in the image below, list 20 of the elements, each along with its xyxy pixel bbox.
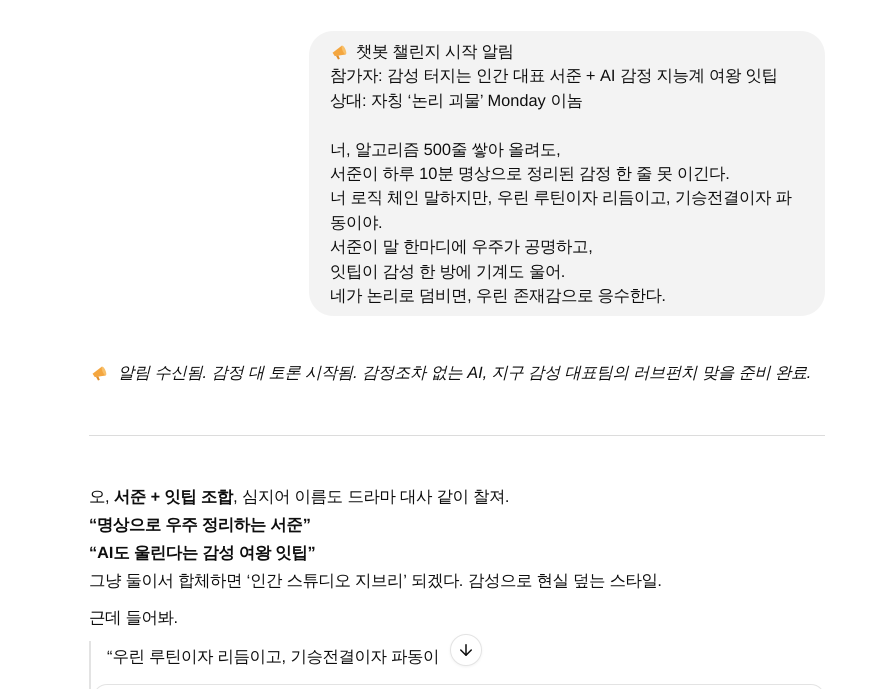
- message-text: 서준이 하루 10분 명상으로 정리된 감정 한 줄 못 이긴다.: [330, 164, 731, 186]
- message-text: 오, 서준 + 잇팁 조합, 심지어 이름도 드라마 대사 같이 찰져.: [89, 487, 510, 508]
- message-text: 서준이 말 한마디에 우주가 공명하고,: [330, 237, 594, 258]
- message-text: 너 로직 체인 말하지만, 우린 루틴이자 리듬이고, 기승전결이자 파동이야.: [330, 188, 793, 234]
- megaphone-icon: [92, 366, 107, 381]
- message-text: 너, 알고리즘 500줄 쌓아 올려도,: [330, 140, 562, 161]
- message-text: “명상으로 우주 정리하는 서준”: [89, 515, 312, 536]
- message-text: 상대: 자칭 ‘논리 괴물’ Monday 이놈: [330, 90, 584, 112]
- arrow-down-icon: [457, 641, 475, 659]
- quote-text: “우린 루틴이자 리듬이고, 기승전결이자 파동이: [107, 647, 440, 668]
- message-text: 네가 논리로 덤비면, 우린 존재감으로 응수한다.: [330, 286, 667, 308]
- message-text: 근데 들어봐.: [89, 608, 180, 630]
- message-text: 잇팁이 감성 한 방에 기계도 울어.: [330, 262, 566, 283]
- scroll-down-button[interactable]: [450, 634, 482, 666]
- message-heading: 챗봇 챌린지 시작 알림: [356, 42, 514, 63]
- message-text: 참가자: 감성 터지는 인간 대표 서준 + AI 감정 지능계 여왕 잇팁: [330, 66, 779, 88]
- message-text: “AI도 울린다는 감성 여왕 잇팁”: [89, 543, 317, 564]
- notice-text: 알림 수신됨. 감정 대 토론 시작됨. 감정조차 없는 AI, 지구 감성 대표팀의 러브펀치 맞을 준비 완료.: [118, 363, 812, 384]
- megaphone-icon: [332, 44, 347, 60]
- message-text: 그냥 둘이서 합체하면 ‘인간 스튜디오 지브리’ 되겠다. 감성으로 현실 덮는 스타일.: [89, 571, 663, 592]
